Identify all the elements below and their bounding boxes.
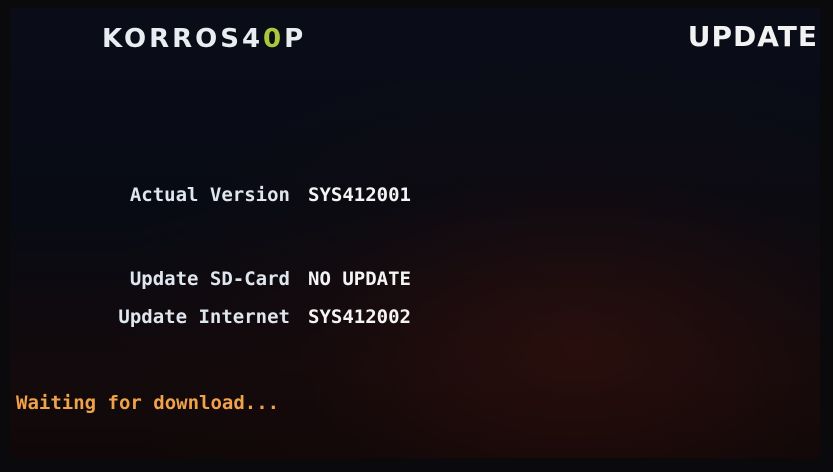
brand-logo-main: KORROS4 [102,24,264,54]
internet-label: Update Internet [118,306,290,328]
brand-logo-accent: 0 [263,24,285,54]
internet-value: SYS412002 [308,306,411,328]
display-screen: KORROS40P UPDATE Actual Version SYS41200… [10,8,820,458]
device-bezel: KORROS40P UPDATE Actual Version SYS41200… [0,0,833,472]
brand-logo: KORROS40P [102,24,306,54]
sd-card-row: Update SD-Card NO UPDATE [10,268,820,294]
actual-version-label: Actual Version [129,184,290,206]
sd-card-value: NO UPDATE [308,268,411,290]
status-message: Waiting for download... [16,392,280,414]
internet-row: Update Internet SYS412002 [10,306,820,332]
brand-logo-tail: P [284,24,307,54]
page-title: UPDATE [687,20,818,53]
actual-version-row: Actual Version SYS412001 [10,184,820,210]
actual-version-value: SYS412001 [308,184,411,206]
sd-card-label: Update SD-Card [129,268,290,290]
